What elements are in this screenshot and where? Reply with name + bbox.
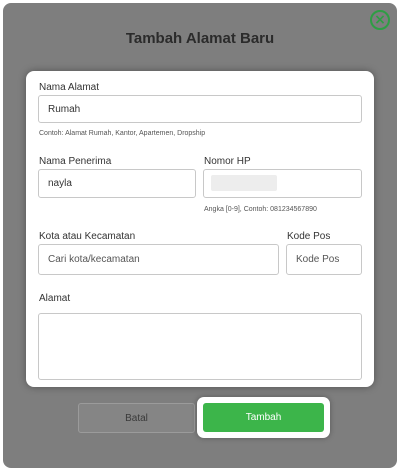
recipient-input[interactable]: nayla bbox=[38, 169, 196, 198]
phone-hint: Angka [0-9], Contoh: 081234567890 bbox=[204, 206, 317, 213]
phone-label: Nomor HP bbox=[204, 156, 251, 167]
city-label: Kota atau Kecamatan bbox=[39, 231, 136, 242]
postal-code-label: Kode Pos bbox=[287, 231, 331, 242]
add-button[interactable]: Tambah bbox=[203, 403, 324, 432]
close-icon[interactable]: × bbox=[370, 10, 390, 30]
add-button-highlight: Tambah bbox=[197, 397, 330, 438]
address-textarea[interactable] bbox=[38, 313, 362, 380]
address-name-hint: Contoh: Alamat Rumah, Kantor, Apartemen,… bbox=[39, 130, 206, 137]
address-label: Alamat bbox=[39, 293, 71, 304]
cancel-button[interactable]: Batal bbox=[78, 403, 195, 433]
redacted-phone-number bbox=[211, 175, 277, 191]
address-name-label: Nama Alamat bbox=[39, 82, 100, 93]
address-name-input[interactable]: Rumah bbox=[38, 95, 362, 123]
postal-code-input[interactable]: Kode Pos bbox=[286, 244, 362, 275]
modal-title: Tambah Alamat Baru bbox=[125, 30, 275, 47]
city-input[interactable]: Cari kota/kecamatan bbox=[38, 244, 279, 275]
recipient-label: Nama Penerima bbox=[39, 156, 112, 167]
